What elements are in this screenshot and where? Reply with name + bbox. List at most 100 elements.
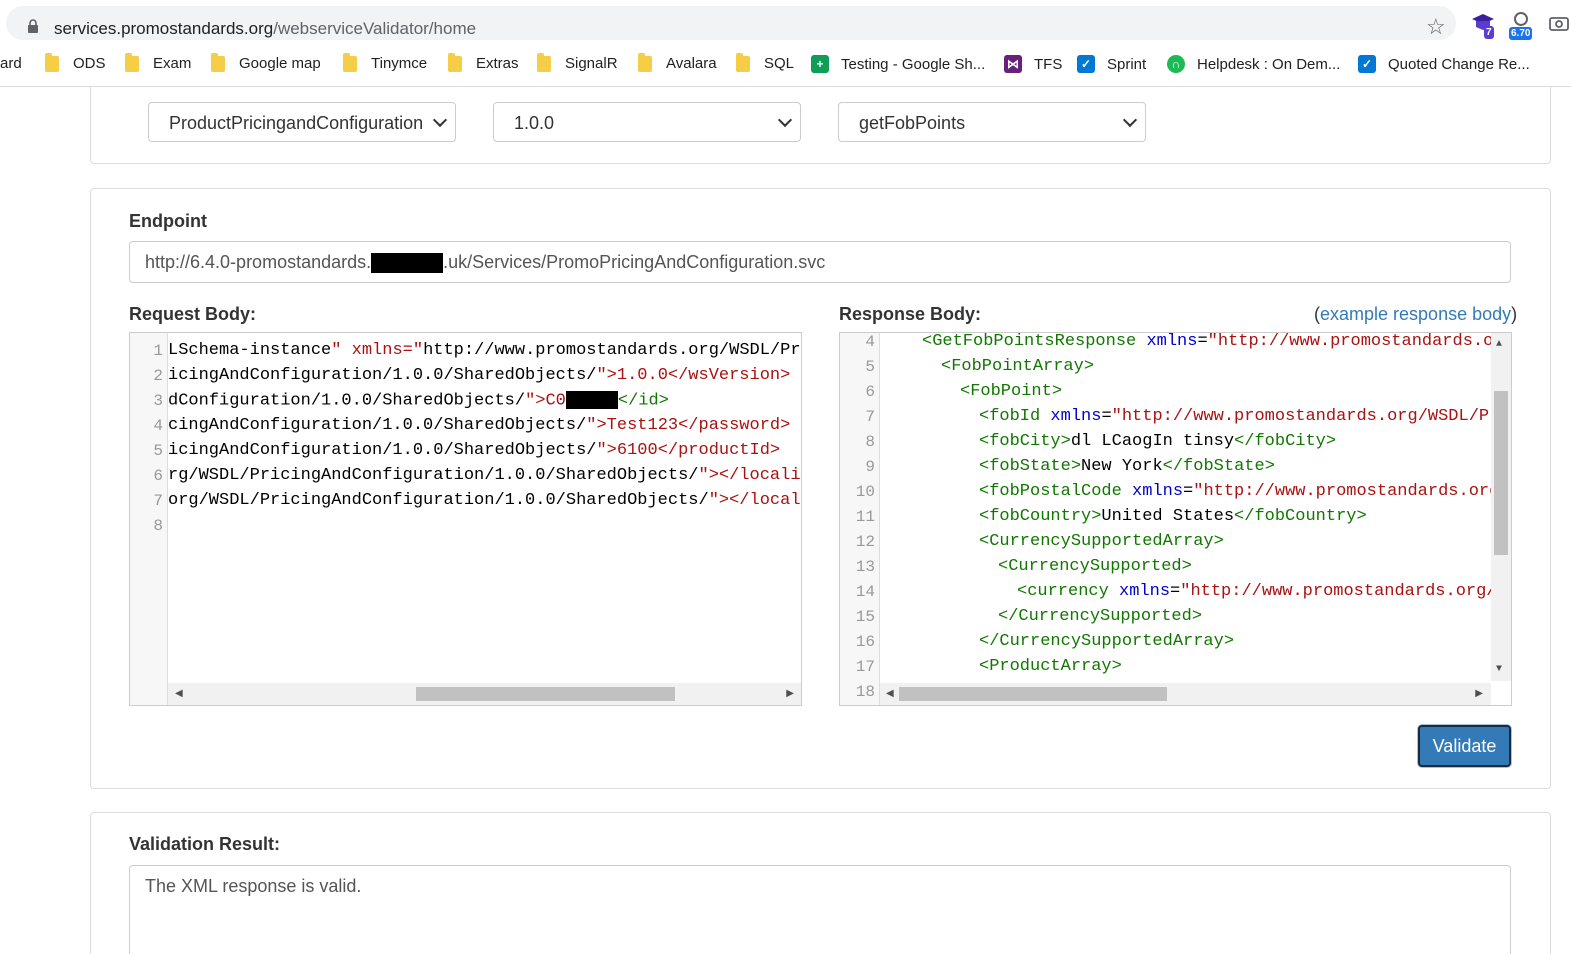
code-line: cingAndConfiguration/1.0.0/SharedObjects…: [168, 416, 791, 435]
bookmark-label: Avalara: [666, 55, 717, 72]
bookmark-item[interactable]: SignalR: [537, 52, 618, 72]
bookmark-label: Helpdesk : On Dem...: [1197, 55, 1341, 73]
version-value: 1.0.0: [514, 113, 555, 133]
url-text: services.promostandards.org/webserviceVa…: [54, 19, 476, 39]
bookmark-item[interactable]: ODS: [45, 52, 106, 72]
folder-icon: [45, 52, 59, 72]
line-number: 8: [865, 433, 875, 451]
folder-icon: [736, 52, 750, 72]
bookmark-item[interactable]: Avalara: [638, 52, 717, 72]
bookmark-item[interactable]: SQL: [736, 52, 795, 72]
example-response-link[interactable]: example response body: [1320, 304, 1511, 324]
folder-icon: [343, 52, 357, 72]
line-number: 12: [855, 533, 875, 551]
bookmark-item[interactable]: + Testing - Google Sh...: [811, 55, 985, 73]
chevron-down-icon: [432, 112, 448, 128]
extension-badge: 7: [1484, 26, 1494, 39]
scroll-down-icon[interactable]: ▼: [1496, 664, 1502, 675]
bookmark-item[interactable]: ∩ Helpdesk : On Dem...: [1167, 55, 1340, 73]
service-selector-card: ProductPricingandConfiguration 1.0.0 get…: [90, 87, 1551, 164]
web-service-value: ProductPricingandConfiguration: [169, 113, 424, 133]
address-bar[interactable]: services.promostandards.org/webserviceVa…: [6, 6, 1456, 40]
chevron-down-icon: [1122, 112, 1138, 128]
line-number: 6: [865, 383, 875, 401]
bookmark-label: Exam: [153, 55, 192, 72]
bookmark-label: Testing - Google Sh...: [841, 55, 986, 73]
bookmark-item[interactable]: Google map: [211, 52, 321, 72]
code-line: <fobCountry>United States</fobCountry>: [979, 507, 1367, 526]
line-number: 10: [855, 483, 875, 501]
azure-devops-icon: ✓: [1358, 55, 1376, 73]
line-number: 5: [153, 442, 163, 460]
line-number: 15: [855, 608, 875, 626]
code-line: dConfiguration/1.0.0/SharedObjects/">C0 <…: [168, 391, 669, 410]
scrollbar-thumb[interactable]: [1494, 391, 1508, 555]
browser-toolbar: services.promostandards.org/webserviceVa…: [0, 0, 1571, 46]
example-response-link-wrap: (example response body): [1314, 304, 1517, 325]
bookmark-item[interactable]: ✓ Quoted Change Re...: [1358, 55, 1530, 73]
code-line: <FobPointArray>: [941, 357, 1095, 376]
bookmark-item[interactable]: Exam: [125, 52, 192, 72]
line-number: 5: [865, 358, 875, 376]
line-number-gutter: 4 5 6 7 8 9 10 11 12 13 14 15 16 17 18: [840, 333, 880, 705]
vertical-scrollbar[interactable]: ▲ ▼: [1491, 333, 1511, 681]
lock-icon: [28, 19, 38, 33]
operation-value: getFobPoints: [859, 113, 966, 133]
scroll-up-icon[interactable]: ▲: [1496, 339, 1502, 350]
folder-icon: [448, 52, 462, 72]
web-service-select[interactable]: ProductPricingandConfiguration: [148, 102, 456, 142]
extension-icon[interactable]: 7: [1470, 10, 1498, 39]
code-line: icingAndConfiguration/1.0.0/SharedObject…: [168, 366, 791, 385]
code-line: <fobPostalCode xmlns="http://www.promost…: [979, 482, 1512, 501]
line-number: 14: [855, 583, 875, 601]
code-line: <FobPoint>: [960, 382, 1063, 401]
scroll-right-icon[interactable]: ▶: [1475, 688, 1483, 700]
line-number: 4: [153, 417, 163, 435]
bookmark-label: ard: [0, 55, 22, 72]
redacted-block: [371, 253, 444, 274]
code-line: <fobId xmlns="http://www.promostandards.…: [979, 407, 1512, 426]
validator-card: Endpoint http://6.4.0-promostandards. .uk…: [90, 188, 1551, 789]
bookmark-label: SQL: [764, 55, 795, 72]
scroll-right-icon[interactable]: ▶: [786, 688, 794, 700]
url-host: services.promostandards.org: [54, 19, 274, 38]
scroll-left-icon[interactable]: ◀: [175, 688, 183, 700]
bookmark-item[interactable]: ard: [0, 55, 22, 72]
horizontal-scrollbar[interactable]: ◀ ▶: [168, 683, 801, 705]
scroll-left-icon[interactable]: ◀: [886, 688, 894, 700]
response-body-label: Response Body:: [839, 304, 982, 324]
line-number: 2: [153, 367, 163, 385]
code-line: org/WSDL/PricingAndConfiguration/1.0.0/S…: [168, 491, 801, 510]
endpoint-suffix: .uk/Services/PromoPricingAndConfiguratio…: [443, 252, 826, 272]
horizontal-scrollbar[interactable]: ◀ ▶: [880, 683, 1491, 705]
camera-icon[interactable]: [1549, 14, 1571, 42]
extension-icon[interactable]: 6.70: [1508, 10, 1536, 40]
line-number: 6: [153, 467, 163, 485]
operation-select[interactable]: getFobPoints: [838, 102, 1146, 142]
request-body-editor[interactable]: 1 2 3 4 5 6 7 8 LSchema-instance" xmlns=…: [129, 332, 802, 706]
folder-icon: [125, 52, 139, 72]
bookmark-item[interactable]: ⋈ TFS: [1004, 55, 1062, 73]
azure-devops-icon: ✓: [1077, 55, 1095, 73]
line-number: 16: [855, 633, 875, 651]
line-number: 18: [855, 683, 875, 701]
request-body-label: Request Body:: [129, 304, 257, 324]
line-number: 4: [865, 333, 875, 351]
line-number: 9: [865, 458, 875, 476]
bookmarks-bar: ard ODS Exam Google map Tinymce Extras S…: [0, 46, 1571, 87]
code-line: <fobCity>dl LCaogIn tinsy</fobCity>: [979, 432, 1337, 451]
bookmark-star-icon[interactable]: ☆: [1426, 14, 1446, 40]
bookmark-item[interactable]: Tinymce: [343, 52, 428, 72]
folder-icon: [211, 52, 225, 72]
validate-button[interactable]: Validate: [1418, 725, 1511, 767]
response-body-editor[interactable]: 4 5 6 7 8 9 10 11 12 13 14 15 16 17 18 <…: [839, 332, 1512, 706]
line-number: 13: [855, 558, 875, 576]
bookmark-label: ODS: [73, 55, 106, 72]
endpoint-input[interactable]: http://6.4.0-promostandards. .uk/Services…: [129, 241, 1511, 283]
bookmark-label: Tinymce: [371, 55, 428, 72]
bookmark-item[interactable]: Extras: [448, 52, 519, 72]
scrollbar-thumb[interactable]: [416, 687, 675, 701]
version-select[interactable]: 1.0.0: [493, 102, 801, 142]
scrollbar-thumb[interactable]: [899, 687, 1167, 701]
bookmark-item[interactable]: ✓ Sprint: [1077, 55, 1146, 73]
